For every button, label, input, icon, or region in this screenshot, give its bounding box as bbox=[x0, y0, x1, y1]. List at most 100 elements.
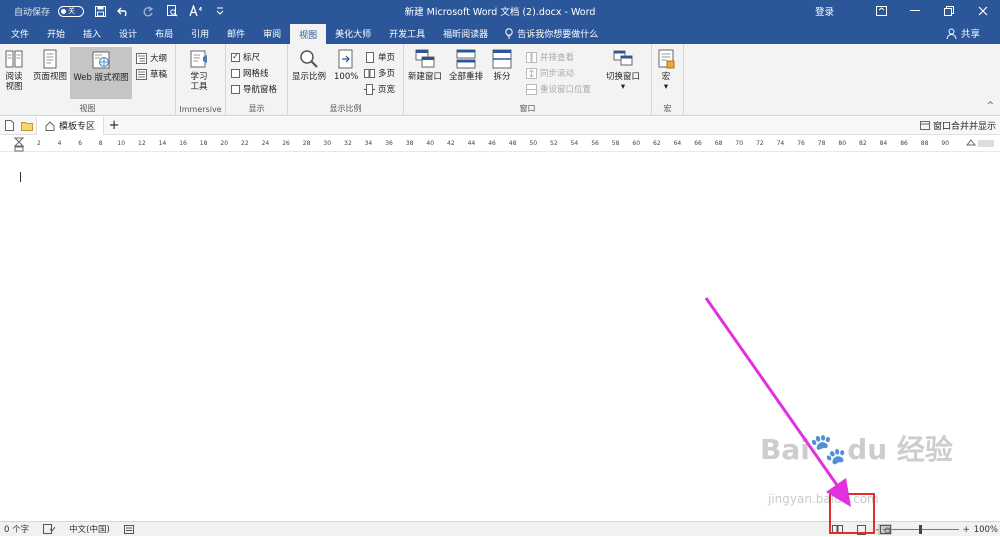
ribbon-display-options-icon[interactable] bbox=[864, 0, 898, 22]
lightbulb-icon bbox=[505, 27, 513, 38]
close-icon[interactable] bbox=[966, 0, 1000, 22]
learning-tools-button[interactable]: 学习 工具 bbox=[189, 48, 209, 92]
nav-pane-label: 导航窗格 bbox=[243, 85, 278, 95]
word-count[interactable]: 0 个字 bbox=[4, 523, 29, 535]
print-preview-icon[interactable] bbox=[164, 3, 180, 19]
horizontal-ruler[interactable]: 2 4 6 8 10 12 14 16 18 20 22 24 26 28 30 32 34 36 38 40 42 44… bbox=[0, 136, 1000, 152]
zoom-100-button[interactable]: 100% bbox=[334, 48, 358, 82]
proofing-icon[interactable] bbox=[43, 524, 56, 534]
print-layout-label: 页面视图 bbox=[33, 72, 68, 82]
reset-window-position-button[interactable]: 重设窗口位置 bbox=[526, 82, 591, 96]
minimize-icon[interactable] bbox=[898, 0, 932, 22]
multiple-pages-label: 多页 bbox=[378, 69, 396, 79]
tab-file[interactable]: 文件 bbox=[2, 22, 38, 44]
sync-scroll-icon bbox=[526, 67, 537, 79]
outline-label: 大纲 bbox=[150, 54, 168, 64]
font-size-icon[interactable] bbox=[188, 3, 204, 19]
learning-tools-label-1: 学习 bbox=[190, 72, 208, 82]
collapse-ribbon-icon[interactable]: ^ bbox=[986, 101, 994, 111]
sync-scroll-button[interactable]: 同步滚动 bbox=[526, 66, 574, 80]
toggle-dot bbox=[61, 8, 67, 14]
macros-button[interactable]: 宏 ▾ bbox=[656, 48, 676, 92]
merge-windows-button[interactable]: 窗口合并并显示 bbox=[919, 119, 996, 132]
language-indicator[interactable]: 中文(中国) bbox=[69, 523, 110, 535]
zoom-out-icon[interactable]: - bbox=[875, 525, 878, 535]
tell-me-search[interactable]: 告诉我你想要做什么 bbox=[505, 22, 598, 44]
ruler-tick-label: 4 bbox=[57, 140, 62, 147]
ruler-tick-label: 32 bbox=[344, 140, 352, 147]
unchecked-box-icon bbox=[231, 68, 240, 78]
new-window-button[interactable]: 新建窗口 bbox=[408, 48, 442, 82]
tab-foxit-reader[interactable]: 福昕阅读器 bbox=[434, 22, 497, 44]
view-side-by-side-button[interactable]: 并排查看 bbox=[526, 50, 574, 64]
zoom-button[interactable]: 显示比例 bbox=[292, 48, 326, 82]
autosave-toggle[interactable]: 关 bbox=[58, 5, 85, 17]
tab-insert[interactable]: 插入 bbox=[74, 22, 110, 44]
tab-design[interactable]: 设计 bbox=[110, 22, 146, 44]
ruler-tick-label: 44 bbox=[467, 140, 476, 147]
indent-marker-icon[interactable] bbox=[14, 137, 24, 153]
zoom-percent[interactable]: 100% bbox=[974, 525, 998, 535]
tab-layout[interactable]: 布局 bbox=[146, 22, 182, 44]
tab-beautify[interactable]: 美化大师 bbox=[326, 22, 380, 44]
share-button[interactable]: 共享 bbox=[946, 22, 980, 44]
web-layout-button[interactable]: Web 版式视图 bbox=[70, 47, 132, 99]
login-button[interactable]: 登录 bbox=[815, 4, 834, 18]
zoom-in-icon[interactable]: + bbox=[963, 525, 970, 535]
web-layout-icon bbox=[92, 51, 110, 69]
tab-review[interactable]: 审阅 bbox=[254, 22, 290, 44]
new-file-icon[interactable] bbox=[0, 118, 18, 134]
ruler-tick-label: 22 bbox=[241, 140, 249, 147]
template-tab-label: 模板专区 bbox=[59, 122, 96, 132]
page-width-button[interactable]: 页宽 bbox=[364, 82, 395, 96]
tab-home[interactable]: 开始 bbox=[38, 22, 74, 44]
one-page-button[interactable]: 单页 bbox=[364, 50, 395, 64]
ruler-tick-label: 38 bbox=[405, 140, 414, 147]
macro-record-icon[interactable] bbox=[123, 524, 134, 534]
customize-qat-icon[interactable] bbox=[212, 3, 228, 19]
ruler-tick-label: 34 bbox=[364, 140, 373, 147]
undo-icon[interactable] bbox=[116, 3, 132, 19]
ruler-tick-label: 52 bbox=[550, 140, 558, 147]
gridlines-checkbox[interactable]: 网格线 bbox=[231, 66, 269, 80]
folder-icon[interactable] bbox=[18, 118, 36, 134]
group-immersive: 学习 工具 Immersive bbox=[176, 44, 226, 116]
ruler-tick-label: 74 bbox=[776, 140, 785, 147]
ruler-tick-label: 54 bbox=[570, 140, 579, 147]
group-macros: 宏 ▾ 宏 bbox=[652, 44, 684, 116]
print-layout-button[interactable]: 页面视图 bbox=[33, 48, 67, 82]
annotation-highlight-box bbox=[829, 493, 875, 534]
ruler-checkbox[interactable]: ✓ 标尺 bbox=[231, 50, 260, 64]
zoom-slider-thumb[interactable] bbox=[918, 525, 922, 534]
ruler-tick-label: 84 bbox=[879, 140, 888, 147]
learning-tools-icon bbox=[190, 50, 207, 68]
right-indent-marker-icon[interactable] bbox=[966, 137, 976, 147]
unchecked-box-icon bbox=[231, 84, 240, 94]
redo-icon[interactable] bbox=[140, 3, 156, 19]
multiple-pages-button[interactable]: 多页 bbox=[364, 66, 395, 80]
draft-button[interactable]: 草稿 bbox=[136, 67, 167, 81]
group-macros-label: 宏 bbox=[663, 104, 672, 113]
save-icon[interactable] bbox=[92, 3, 108, 19]
split-button[interactable]: 拆分 bbox=[492, 48, 512, 82]
one-page-icon bbox=[366, 51, 374, 63]
zoom-slider[interactable] bbox=[882, 525, 959, 534]
navigation-pane-checkbox[interactable]: 导航窗格 bbox=[231, 82, 277, 96]
arrange-all-button[interactable]: 全部重排 bbox=[449, 48, 483, 82]
template-tab[interactable]: 模板专区 bbox=[36, 116, 105, 135]
tab-references[interactable]: 引用 bbox=[182, 22, 218, 44]
switch-windows-button[interactable]: 切换窗口 ▾ bbox=[606, 48, 640, 92]
tab-developer[interactable]: 开发工具 bbox=[380, 22, 434, 44]
outline-icon bbox=[136, 52, 147, 64]
side-by-side-label: 并排查看 bbox=[540, 53, 575, 63]
ruler-tick-label: 10 bbox=[117, 140, 126, 147]
tab-view[interactable]: 视图 bbox=[290, 24, 327, 44]
title-bar: 自动保存 关 新建 Microsoft Word 文档 (2).docx - W… bbox=[0, 0, 1000, 22]
add-tab-icon[interactable]: + bbox=[104, 118, 124, 133]
tab-mailings[interactable]: 邮件 bbox=[218, 22, 254, 44]
read-mode-button[interactable]: 阅读 视图 bbox=[4, 48, 24, 92]
ruler-tick-label: 36 bbox=[385, 140, 393, 147]
outline-button[interactable]: 大纲 bbox=[136, 51, 167, 65]
restore-icon[interactable] bbox=[932, 0, 966, 22]
ruler-tick-label: 42 bbox=[447, 140, 455, 147]
